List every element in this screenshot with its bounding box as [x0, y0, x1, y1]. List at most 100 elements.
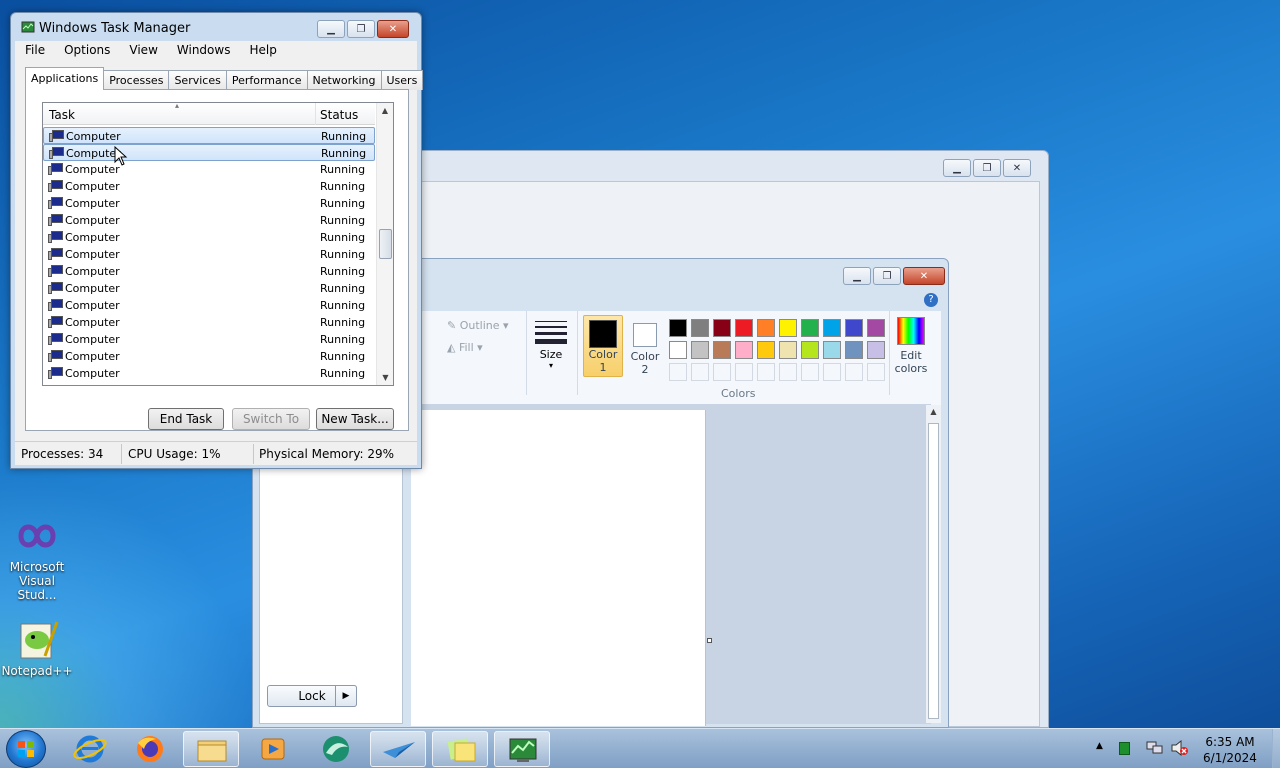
table-row[interactable]: Computer Running [43, 195, 375, 212]
table-row[interactable]: Computer Running [43, 178, 375, 195]
table-row[interactable]: Computer Running [43, 212, 375, 229]
minimize-icon[interactable]: ▁ [943, 159, 971, 177]
palette-swatch[interactable] [713, 319, 731, 337]
menu-options[interactable]: Options [54, 41, 119, 61]
palette-swatch[interactable] [823, 319, 841, 337]
task-manager-window[interactable]: Windows Task Manager ▁ ❐ ✕ File Options … [10, 12, 424, 469]
table-row[interactable]: Computer Running [43, 331, 375, 348]
tab-networking[interactable]: Networking [306, 70, 382, 90]
palette-swatch[interactable] [735, 341, 753, 359]
scroll-thumb[interactable] [379, 229, 392, 259]
taskbar-media[interactable] [245, 731, 301, 767]
maximize-icon[interactable]: ❐ [347, 20, 375, 38]
palette-swatch[interactable] [801, 319, 819, 337]
palette-empty-slot[interactable] [757, 363, 775, 381]
palette-swatch[interactable] [823, 341, 841, 359]
palette-empty-slot[interactable] [779, 363, 797, 381]
close-icon[interactable]: ✕ [903, 267, 945, 285]
color1-button[interactable]: Color 1 [583, 315, 623, 377]
task-list[interactable]: Task ▴ Status Computer Running Computer Run… [42, 102, 394, 386]
menu-file[interactable]: File [15, 41, 54, 61]
system-clock[interactable]: 6:35 AM 6/1/2024 [1189, 734, 1271, 766]
table-row[interactable]: Computer Running [43, 127, 375, 144]
palette-empty-slot[interactable] [669, 363, 687, 381]
scroll-thumb[interactable] [928, 423, 939, 719]
palette-swatch[interactable] [691, 319, 709, 337]
palette-empty-slot[interactable] [713, 363, 731, 381]
palette-empty-slot[interactable] [801, 363, 819, 381]
palette-swatch[interactable] [713, 341, 731, 359]
minimize-icon[interactable]: ▁ [317, 20, 345, 38]
palette-swatch[interactable] [845, 319, 863, 337]
palette-swatch[interactable] [757, 341, 775, 359]
start-button[interactable] [6, 730, 46, 768]
close-icon[interactable]: ✕ [377, 20, 409, 38]
tab-services[interactable]: Services [168, 70, 227, 90]
palette-empty-slot[interactable] [823, 363, 841, 381]
menu-view[interactable]: View [119, 41, 166, 61]
desktop-icon-visual-studio[interactable]: Microsoft Visual Stud... [0, 514, 76, 602]
table-row[interactable]: Computer Running [43, 280, 375, 297]
scroll-down-icon[interactable]: ▼ [377, 373, 393, 382]
palette-empty-slot[interactable] [691, 363, 709, 381]
show-hidden-icons-icon[interactable]: ▲ [1096, 741, 1103, 751]
desktop-icon-notepadpp[interactable]: Notepad++ [0, 618, 76, 678]
canvas-vertical-scrollbar[interactable]: ▲ [925, 405, 941, 723]
table-row[interactable]: Computer Running [43, 263, 375, 280]
menu-help[interactable]: Help [239, 41, 285, 61]
table-row[interactable]: Computer Running [43, 365, 375, 382]
taskbar-explorer[interactable] [183, 731, 239, 767]
table-row[interactable]: Computer Running [43, 297, 375, 314]
palette-swatch[interactable] [779, 341, 797, 359]
color2-button[interactable]: Color 2 [625, 315, 665, 377]
taskbar-internet-explorer[interactable] [62, 731, 118, 767]
palette-swatch[interactable] [779, 319, 797, 337]
scroll-up-icon[interactable]: ▲ [377, 106, 393, 115]
tab-processes[interactable]: Processes [103, 70, 170, 90]
table-row[interactable]: Computer Running [43, 314, 375, 331]
volume-muted-icon[interactable] [1171, 739, 1189, 757]
table-row[interactable]: Computer Running [43, 161, 375, 178]
task-list-scrollbar[interactable]: ▲ ▼ [376, 103, 393, 385]
taskbar-task-manager[interactable] [494, 731, 550, 767]
edit-colors-button[interactable]: Edit colors [891, 315, 931, 381]
table-row[interactable]: Computer Running [43, 229, 375, 246]
palette-swatch[interactable] [845, 341, 863, 359]
palette-swatch[interactable] [801, 341, 819, 359]
switch-to-button[interactable]: Switch To [232, 408, 310, 430]
table-row[interactable]: Computer Running [43, 348, 375, 365]
palette-swatch[interactable] [735, 319, 753, 337]
palette-swatch[interactable] [669, 319, 687, 337]
help-icon[interactable]: ? [924, 293, 938, 307]
column-header-task[interactable]: Task [49, 108, 75, 122]
taskbar-app-green[interactable] [308, 731, 364, 767]
resize-handle[interactable] [707, 638, 712, 643]
palette-empty-slot[interactable] [735, 363, 753, 381]
palette-empty-slot[interactable] [845, 363, 863, 381]
palette-swatch[interactable] [867, 319, 885, 337]
scroll-up-icon[interactable]: ▲ [926, 407, 941, 416]
palette-swatch[interactable] [757, 319, 775, 337]
size-button[interactable]: Size ▾ [533, 317, 569, 370]
tab-performance[interactable]: Performance [225, 70, 308, 90]
show-desktop-button[interactable] [1272, 729, 1280, 768]
menu-windows[interactable]: Windows [167, 41, 240, 61]
outline-menu[interactable]: ✎ Outline ▾ [447, 319, 509, 332]
maximize-icon[interactable]: ❐ [973, 159, 1001, 177]
fill-menu[interactable]: ◭ Fill ▾ [447, 341, 483, 354]
minimize-icon[interactable]: ▁ [843, 267, 871, 285]
close-icon[interactable]: ✕ [1003, 159, 1031, 177]
tab-applications[interactable]: Applications [25, 67, 105, 90]
palette-empty-slot[interactable] [867, 363, 885, 381]
palette-swatch[interactable] [867, 341, 885, 359]
column-header-status[interactable]: Status [320, 108, 358, 122]
palette-swatch[interactable] [691, 341, 709, 359]
drawing-canvas[interactable] [411, 410, 706, 726]
new-task-button[interactable]: New Task... [316, 408, 394, 430]
palette-swatch[interactable] [669, 341, 687, 359]
table-row[interactable]: Computer Running [43, 246, 375, 263]
taskbar-firefox[interactable] [122, 731, 178, 767]
end-task-button[interactable]: End Task [148, 408, 224, 430]
table-row[interactable]: Computer Running [43, 144, 375, 161]
taskbar-sticky-notes[interactable] [432, 731, 488, 767]
